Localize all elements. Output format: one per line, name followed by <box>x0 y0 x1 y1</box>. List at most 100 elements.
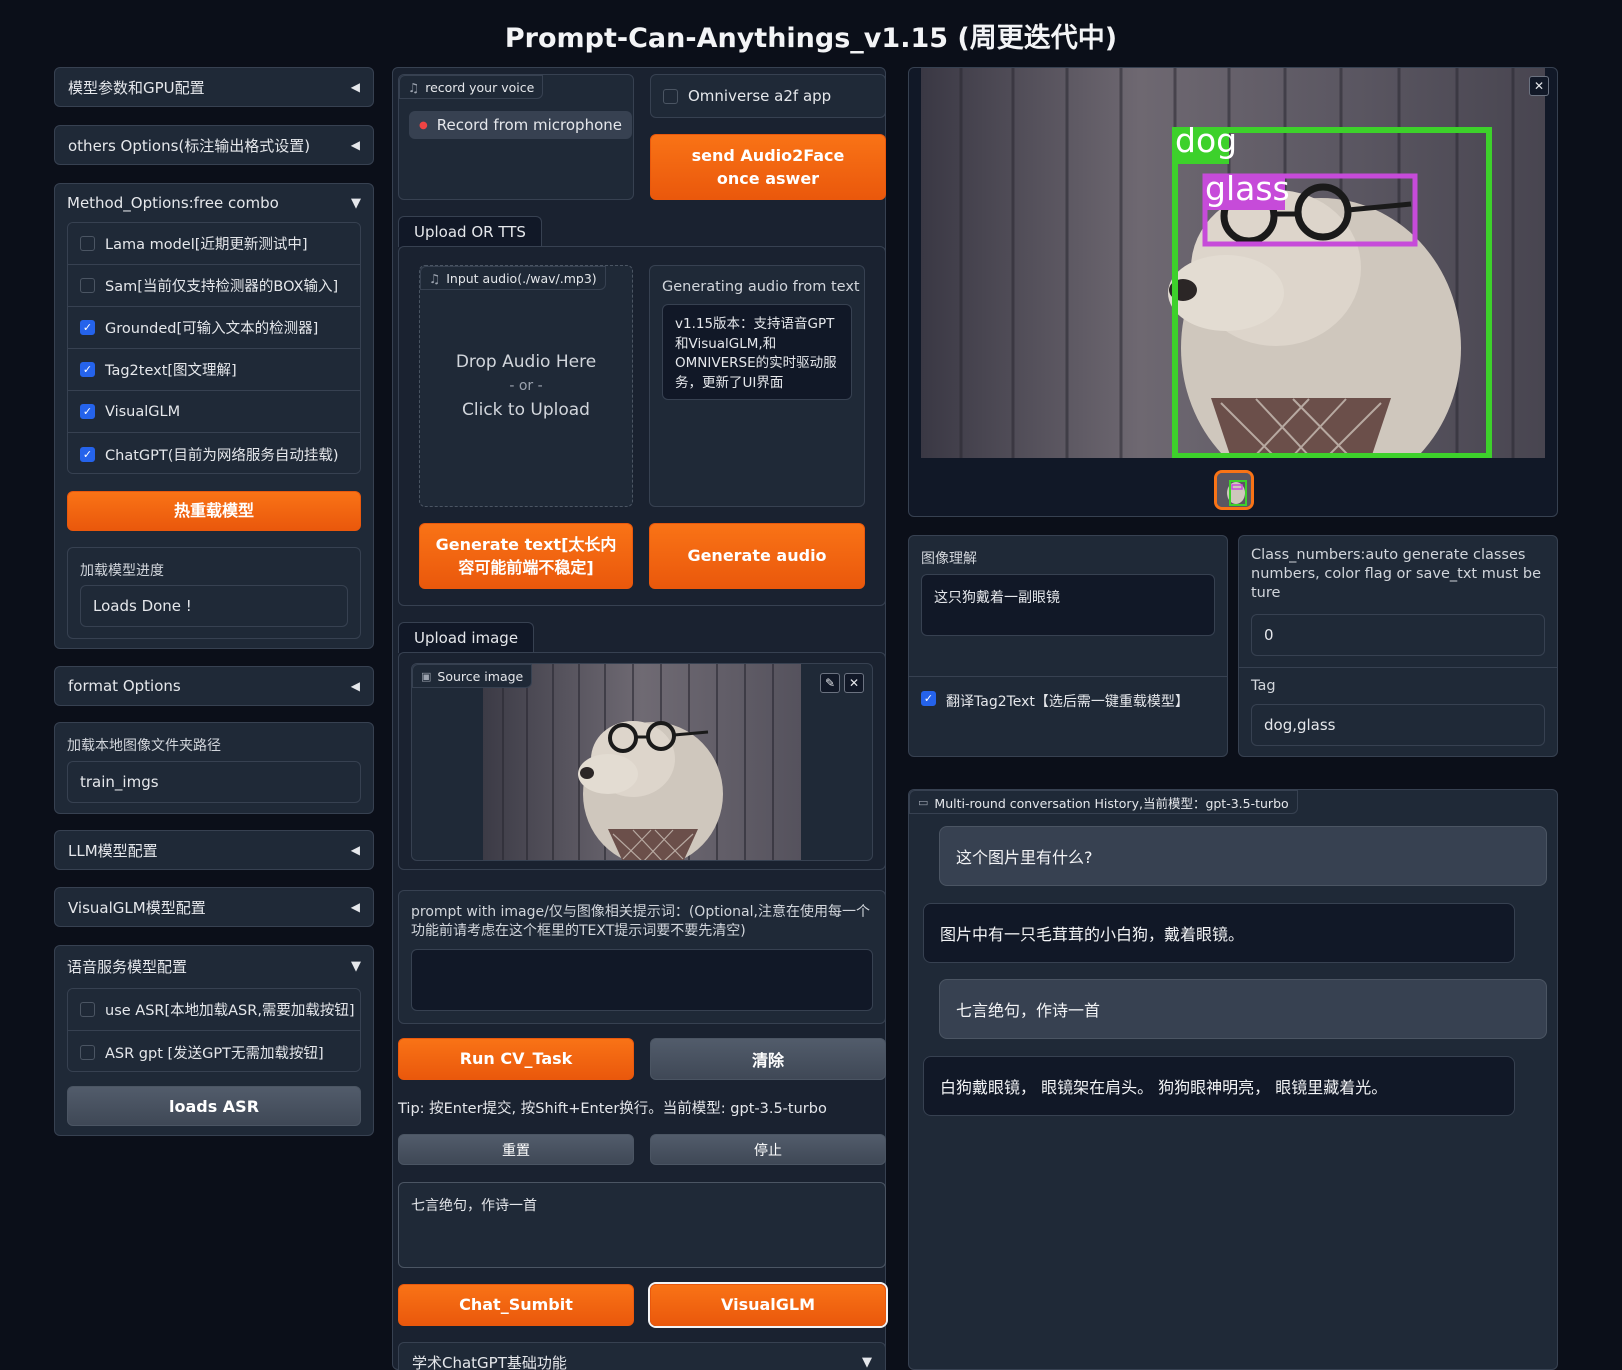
badge-label: Source image <box>437 668 524 684</box>
checkmark-icon[interactable]: ✓ <box>921 691 936 706</box>
class-tag-block: Class_numbers:auto generate classes numb… <box>1238 535 1558 757</box>
caret-left-icon: ◀ <box>350 900 360 914</box>
understanding-label: 图像理解 <box>921 551 977 567</box>
accordion-label: LLM模型配置 <box>68 841 158 860</box>
record-dot-icon: ● <box>419 119 428 131</box>
checkbox-icon[interactable] <box>80 1002 95 1017</box>
record-voice-block: ♫ record your voice ● Record from microp… <box>398 74 634 200</box>
checkbox-visualglm[interactable]: ✓ VisualGLM <box>68 391 360 433</box>
load-asr-button[interactable]: loads ASR <box>67 1086 361 1126</box>
source-image <box>483 664 801 860</box>
understanding-output: 这只狗戴着一副眼镜 <box>921 574 1215 636</box>
method-options-panel: Method_Options:free combo ▼ Lama model[近… <box>54 183 374 649</box>
folder-path-input[interactable]: train_imgs <box>67 761 361 803</box>
gallery-thumbnail[interactable] <box>1214 470 1254 510</box>
source-image-badge: ▣ Source image <box>412 664 533 688</box>
tab-upload-image[interactable]: Upload image <box>398 622 535 653</box>
chat-icon: ▭ <box>918 795 929 809</box>
checkbox-label: Tag2text[图文理解] <box>105 363 237 379</box>
divider <box>1239 667 1557 668</box>
method-checkbox-group: Lama model[近期更新测试中] Sam[当前仅支持检测器的BOX输入] … <box>67 222 361 474</box>
accordion-label: VisualGLM模型配置 <box>68 898 206 917</box>
or-text: - or - <box>509 378 543 394</box>
translate-tag2text-checkbox[interactable]: ✓ 翻译Tag2Text【选后需一键重载模型】 <box>909 676 1227 758</box>
checkbox-icon[interactable] <box>663 88 678 104</box>
checkbox-sam[interactable]: Sam[当前仅支持检测器的BOX输入] <box>68 265 360 307</box>
checkmark-icon[interactable]: ✓ <box>80 362 95 377</box>
accordion-label: 模型参数和GPU配置 <box>68 78 205 97</box>
speech-config-panel: 语音服务模型配置 ▼ use ASR[本地加载ASR,需要加载按钮] ASR g… <box>54 945 374 1136</box>
checkmark-icon[interactable]: ✓ <box>80 404 95 419</box>
checkbox-chatgpt[interactable]: ✓ ChatGPT(目前为网络服务自动挂载) <box>68 433 360 473</box>
badge-label: Multi-round conversation History,当前模型：gp… <box>934 795 1289 811</box>
drop-audio-text: Drop Audio Here <box>455 352 597 372</box>
checkbox-icon[interactable] <box>80 278 95 293</box>
caret-left-icon: ◀ <box>350 679 360 693</box>
class-numbers-input[interactable]: 0 <box>1251 614 1545 656</box>
reset-button[interactable]: 重置 <box>398 1134 634 1165</box>
click-upload-text: Click to Upload <box>462 400 590 420</box>
music-note-icon: ♫ <box>408 79 420 95</box>
checkmark-icon[interactable]: ✓ <box>80 446 95 462</box>
accordion-label: 学术ChatGPT基础功能 <box>412 1353 567 1370</box>
checkbox-icon[interactable] <box>80 1044 95 1060</box>
accordion-academic-chatgpt[interactable]: 学术ChatGPT基础功能 ▼ <box>398 1342 886 1370</box>
generate-audio-button[interactable]: Generate audio <box>649 523 865 589</box>
clear-button[interactable]: 清除 <box>650 1038 886 1080</box>
chat-message-bot: 白狗戴眼镜， 眼镜架在肩头。 狗狗眼神明亮， 眼镜里藏着光。 <box>923 1056 1515 1116</box>
progress-label: 加载模型进度 <box>80 563 164 579</box>
upload-image-panel: ▣ Source image ✎ ✕ <box>398 652 886 870</box>
tag-output: dog,glass <box>1251 704 1545 746</box>
tts-text-block: Generating audio from text v1.15版本：支持语音G… <box>649 265 865 507</box>
generate-text-button[interactable]: Generate text[太长内容可能前端不稳定] <box>419 523 633 589</box>
tab-upload-or-tts[interactable]: Upload OR TTS <box>398 216 542 247</box>
caret-down-icon: ▼ <box>351 958 361 974</box>
edit-icon[interactable]: ✎ <box>820 673 840 693</box>
speech-checkbox-group: use ASR[本地加载ASR,需要加载按钮] ASR gpt [发送GPT无需… <box>67 988 361 1072</box>
checkbox-label: 翻译Tag2Text【选后需一键重载模型】 <box>946 694 1189 710</box>
send-audio2face-button[interactable]: send Audio2Face once aswer <box>650 134 886 200</box>
folder-path-panel: 加载本地图像文件夹路径 train_imgs <box>54 722 374 814</box>
accordion-method-options[interactable]: Method_Options:free combo ▼ <box>67 184 361 222</box>
tts-label: Generating audio from text <box>662 279 860 295</box>
checkbox-tag2text[interactable]: ✓ Tag2text[图文理解] <box>68 349 360 391</box>
checkbox-use-asr[interactable]: use ASR[本地加载ASR,需要加载按钮] <box>68 989 360 1031</box>
reload-model-button[interactable]: 热重载模型 <box>67 491 361 531</box>
accordion-speech-config[interactable]: 语音服务模型配置 ▼ <box>67 946 361 986</box>
accordion-others-options[interactable]: others Options(标注输出格式设置) ◀ <box>54 125 374 165</box>
accordion-label: others Options(标注输出格式设置) <box>68 136 311 155</box>
chat-input[interactable]: 七言绝句，作诗一首 <box>398 1182 886 1268</box>
checkbox-label: VisualGLM <box>105 403 181 420</box>
checkbox-lama[interactable]: Lama model[近期更新测试中] <box>68 223 360 265</box>
audio-dropzone[interactable]: ♫ Input audio(./wav/.mp3) Drop Audio Her… <box>419 265 633 507</box>
page-title: Prompt-Can-Anythings_v1.15 (周更迭代中) <box>504 23 1118 54</box>
prompt-textarea[interactable] <box>411 949 873 1011</box>
visualglm-button[interactable]: VisualGLM <box>650 1284 886 1326</box>
stop-button[interactable]: 停止 <box>650 1134 886 1165</box>
close-icon[interactable]: ✕ <box>1529 76 1549 96</box>
image-icon: ▣ <box>421 669 432 683</box>
omniverse-checkbox[interactable]: Omniverse a2f app <box>650 74 886 118</box>
source-image-block[interactable]: ▣ Source image ✎ ✕ <box>411 663 873 861</box>
chat-submit-button[interactable]: Chat_Sumbit <box>398 1284 634 1326</box>
music-note-icon: ♫ <box>429 270 441 286</box>
checkbox-label: Grounded[可输入文本的检测器] <box>105 321 319 337</box>
checkbox-label: ChatGPT(目前为网络服务自动挂载) <box>105 447 339 464</box>
upload-tts-panel: ♫ Input audio(./wav/.mp3) Drop Audio Her… <box>398 246 886 606</box>
accordion-format-options[interactable]: format Options ◀ <box>54 666 374 706</box>
prompt-label: prompt with image/仅与图像相关提示词：(Optional,注意… <box>411 904 870 939</box>
accordion-llm[interactable]: LLM模型配置 ◀ <box>54 830 374 870</box>
checkmark-icon[interactable]: ✓ <box>80 320 95 335</box>
badge-label: Input audio(./wav/.mp3) <box>446 270 597 286</box>
accordion-visualglm-config[interactable]: VisualGLM模型配置 ◀ <box>54 887 374 927</box>
caret-down-icon: ▼ <box>862 1354 872 1370</box>
record-microphone-button[interactable]: ● Record from microphone <box>409 111 632 139</box>
accordion-model-gpu[interactable]: 模型参数和GPU配置 ◀ <box>54 67 374 107</box>
tts-textarea[interactable]: v1.15版本：支持语音GPT和VisualGLM,和OMNIVERSE的实时驱… <box>662 304 852 400</box>
close-icon[interactable]: ✕ <box>844 673 864 693</box>
checkbox-asr-gpt[interactable]: ASR gpt [发送GPT无需加载按钮] <box>68 1031 360 1071</box>
run-cv-task-button[interactable]: Run CV_Task <box>398 1038 634 1080</box>
checkbox-grounded[interactable]: ✓ Grounded[可输入文本的检测器] <box>68 307 360 349</box>
det-label-glass: glass <box>1205 169 1290 208</box>
checkbox-icon[interactable] <box>80 236 95 251</box>
